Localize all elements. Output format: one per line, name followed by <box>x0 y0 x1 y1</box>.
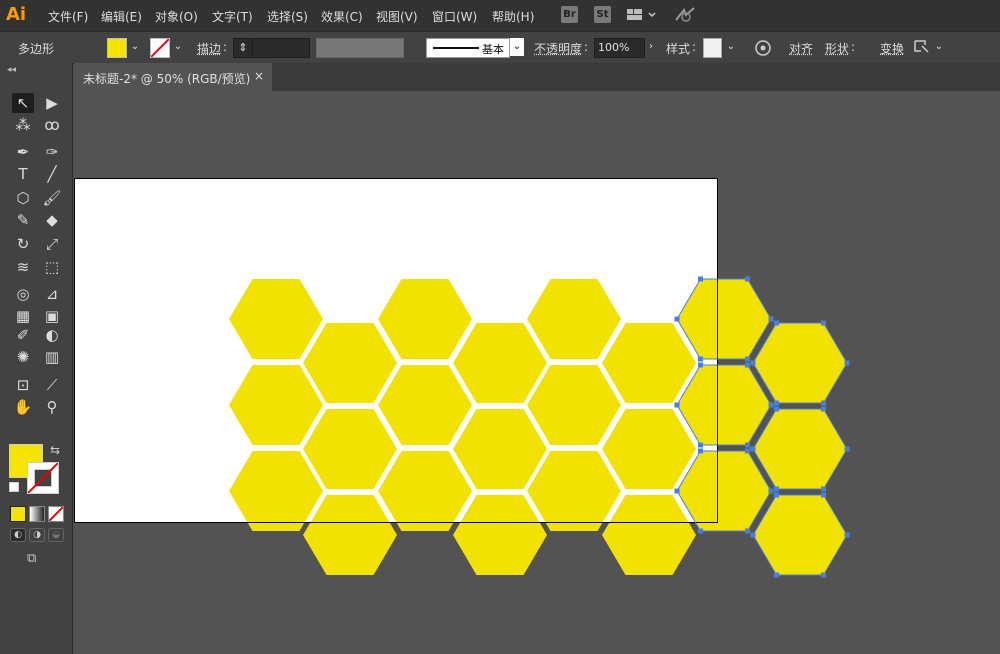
selected-hexagon-shape[interactable] <box>677 451 771 531</box>
anchor-point[interactable] <box>774 486 779 492</box>
anchor-point[interactable] <box>768 402 774 408</box>
hexagon-shape[interactable] <box>303 409 397 489</box>
anchor-point[interactable] <box>821 400 826 406</box>
hexagon-shape[interactable] <box>229 365 323 445</box>
hexagon-shape[interactable] <box>453 409 547 489</box>
hexagon-shape[interactable] <box>229 279 323 359</box>
anchor-point[interactable] <box>674 316 680 322</box>
hexagon-shape[interactable] <box>602 323 696 403</box>
hexagon-shape[interactable] <box>378 451 472 531</box>
anchor-point[interactable] <box>821 572 826 578</box>
hexagon-shape[interactable] <box>602 409 696 489</box>
anchor-point[interactable] <box>745 528 750 534</box>
anchor-point[interactable] <box>745 362 750 368</box>
anchor-point[interactable] <box>745 448 750 454</box>
selected-hexagon-shape[interactable] <box>753 495 847 575</box>
anchor-point[interactable] <box>844 532 850 538</box>
hexagon-shape[interactable] <box>527 451 621 531</box>
canvas-artwork <box>74 178 850 578</box>
hexagon-shape[interactable] <box>378 279 472 359</box>
selected-hexagon-shape[interactable] <box>753 323 847 403</box>
hexagon-shape[interactable] <box>303 323 397 403</box>
anchor-point[interactable] <box>750 446 756 452</box>
anchor-point[interactable] <box>774 320 779 326</box>
anchor-point[interactable] <box>774 492 779 498</box>
hexagon-shape[interactable] <box>303 495 397 575</box>
anchor-point[interactable] <box>698 528 703 534</box>
selected-hexagon-shape[interactable] <box>677 365 771 445</box>
anchor-point[interactable] <box>745 442 750 448</box>
anchor-point[interactable] <box>745 356 750 362</box>
anchor-point[interactable] <box>821 320 826 326</box>
hexagon-shape[interactable] <box>527 279 621 359</box>
hexagon-shape[interactable] <box>378 365 472 445</box>
anchor-point[interactable] <box>774 572 779 578</box>
anchor-point[interactable] <box>821 492 826 498</box>
anchor-point[interactable] <box>768 488 774 494</box>
anchor-point[interactable] <box>698 448 703 454</box>
anchor-point[interactable] <box>674 488 680 494</box>
anchor-point[interactable] <box>698 362 703 368</box>
selected-hexagon-shape[interactable] <box>677 279 771 359</box>
anchor-point[interactable] <box>844 360 850 366</box>
hexagon-shape[interactable] <box>229 451 323 531</box>
anchor-point[interactable] <box>821 406 826 412</box>
anchor-point[interactable] <box>698 276 703 282</box>
hexagon-shape[interactable] <box>453 495 547 575</box>
anchor-point[interactable] <box>698 356 703 362</box>
anchor-point[interactable] <box>768 316 774 322</box>
anchor-point[interactable] <box>844 446 850 452</box>
anchor-point[interactable] <box>674 402 680 408</box>
hexagon-shape[interactable] <box>602 495 696 575</box>
anchor-point[interactable] <box>750 532 756 538</box>
anchor-point[interactable] <box>698 442 703 448</box>
selected-hexagon-shape[interactable] <box>753 409 847 489</box>
anchor-point[interactable] <box>745 276 750 282</box>
anchor-point[interactable] <box>774 406 779 412</box>
hexagon-shape[interactable] <box>453 323 547 403</box>
anchor-point[interactable] <box>750 360 756 366</box>
hexagon-shape[interactable] <box>527 365 621 445</box>
anchor-point[interactable] <box>774 400 779 406</box>
anchor-point[interactable] <box>821 486 826 492</box>
